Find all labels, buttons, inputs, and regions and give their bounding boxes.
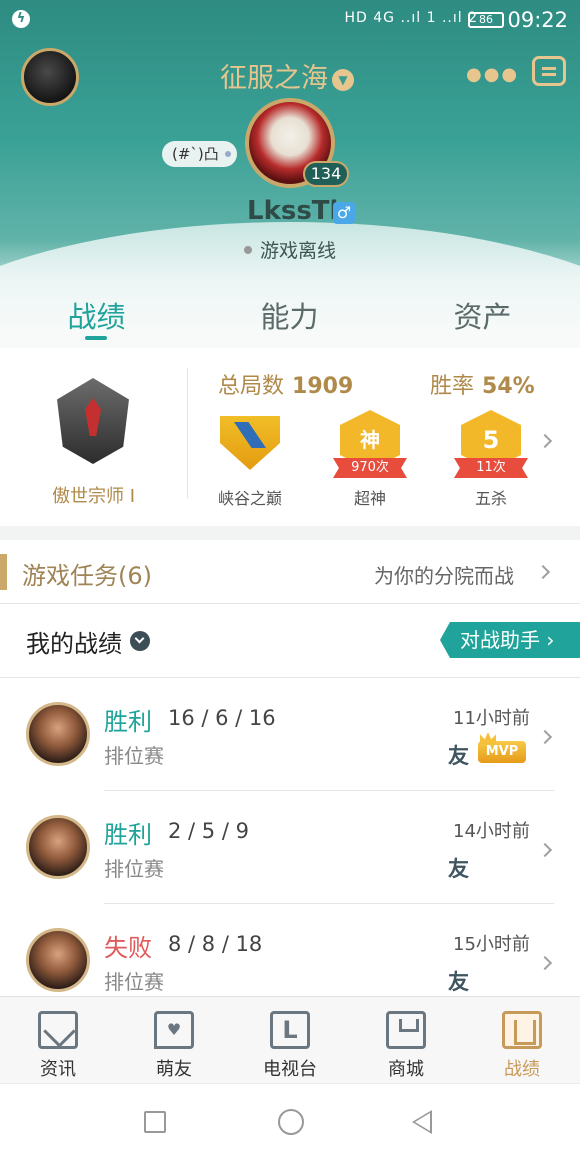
win-rate-label: 胜率 xyxy=(430,374,475,399)
gender-male-icon: ♂ xyxy=(333,202,355,224)
chevron-right-icon xyxy=(537,842,553,858)
section-gap xyxy=(0,526,580,540)
server-title[interactable]: 征服之海 ▼ xyxy=(220,56,354,95)
online-status-text: 游戏离线 xyxy=(260,240,337,262)
win-rate-value: 54% xyxy=(482,374,535,399)
network-indicators: HD 4G ..ıl 1 ..ıl 2 xyxy=(344,10,478,26)
match-mode: 排位赛 xyxy=(104,744,164,768)
chevron-right-icon xyxy=(537,955,553,971)
badge-pentakill[interactable]: 5 11次 五杀 xyxy=(436,406,546,508)
match-result: 胜利 xyxy=(104,708,152,736)
match-row[interactable]: 胜利 16 / 6 / 16 排位赛 11小时前 友 MVP xyxy=(0,678,580,791)
badge-summoners-rift[interactable]: 峡谷之巅 xyxy=(195,406,305,508)
chat-bubble-icon[interactable] xyxy=(532,56,566,86)
my-avatar-button[interactable] xyxy=(21,48,79,106)
status-bar: ϟ HD 4G ..ıl 1 ..ıl 2 86 09:22 xyxy=(0,0,580,40)
tab-assets[interactable]: 资产 xyxy=(386,294,579,336)
badge-label: 峡谷之巅 xyxy=(217,489,282,508)
total-games-label: 总局数 xyxy=(218,374,285,399)
game-tasks-row[interactable]: 游戏任务(6) 为你的分院而战 xyxy=(0,540,580,604)
chevron-right-icon xyxy=(535,564,551,580)
badge-label: 五杀 xyxy=(474,489,507,508)
chevron-down-icon: ▼ xyxy=(332,69,354,91)
tasks-subtitle: 为你的分院而战 xyxy=(374,564,514,588)
system-nav-bar xyxy=(0,1083,580,1160)
level-badge: 134 xyxy=(303,161,349,187)
chevron-down-icon xyxy=(130,631,150,651)
rank-name: 傲世宗师 I xyxy=(51,486,136,507)
status-dot-icon xyxy=(244,246,252,254)
nav-label: 萌友 xyxy=(156,1059,192,1080)
home-icon[interactable] xyxy=(278,1109,304,1135)
match-time: 15小时前 xyxy=(453,934,530,955)
summoners-rift-crest-icon xyxy=(220,416,280,470)
rank-emblem-icon xyxy=(57,378,129,464)
news-icon xyxy=(38,1011,78,1049)
back-icon[interactable] xyxy=(412,1110,432,1134)
nav-news[interactable]: 资讯 xyxy=(0,997,116,1084)
match-result: 胜利 xyxy=(104,821,152,849)
player-tag[interactable]: (#`)凸 xyxy=(162,141,237,167)
match-result: 失败 xyxy=(104,934,152,962)
tv-icon xyxy=(270,1011,310,1049)
badge-legendary[interactable]: 神 970次 超神 xyxy=(315,406,425,508)
username: LkssTl xyxy=(247,196,339,226)
tab-records[interactable]: 战绩 xyxy=(0,294,193,336)
recent-apps-icon[interactable] xyxy=(144,1111,166,1133)
friend-badge: 友 xyxy=(448,970,469,994)
tasks-title: 游戏任务(6) xyxy=(22,562,152,590)
match-mode: 排位赛 xyxy=(104,857,164,881)
nav-label: 资讯 xyxy=(40,1059,76,1080)
nav-friends[interactable]: 萌友 xyxy=(116,997,232,1084)
battery-icon: 86 xyxy=(468,12,504,28)
match-kda: 16 / 6 / 16 xyxy=(168,706,276,730)
match-kda: 2 / 5 / 9 xyxy=(168,819,249,843)
nav-shop[interactable]: 商城 xyxy=(348,997,464,1084)
active-tab-indicator xyxy=(85,336,107,340)
tab-ability[interactable]: 能力 xyxy=(193,294,386,336)
friend-badge: 友 xyxy=(448,744,469,768)
records-icon xyxy=(502,1011,542,1049)
total-games-value: 1909 xyxy=(292,374,354,399)
profile-header: ϟ HD 4G ..ıl 1 ..ıl 2 86 09:22 征服之海 ▼ ●●●… xyxy=(0,0,580,348)
bottom-nav: 资讯 萌友 电视台 商城 战绩 xyxy=(0,996,580,1083)
match-mode: 排位赛 xyxy=(104,970,164,994)
divider xyxy=(187,368,188,498)
my-records-selector[interactable]: 我的战绩 xyxy=(26,624,150,659)
shop-icon xyxy=(386,1011,426,1049)
match-time: 11小时前 xyxy=(453,708,530,729)
champion-avatar xyxy=(26,815,90,879)
nav-label: 战绩 xyxy=(504,1059,540,1080)
nav-label: 商城 xyxy=(388,1059,424,1080)
champion-avatar xyxy=(26,702,90,766)
win-rate: 胜率 54% xyxy=(430,368,535,400)
stats-panel[interactable]: 傲世宗师 I 总局数 1909 胜率 54% 峡谷之巅 神 970次 超神 5 11… xyxy=(0,348,580,526)
friend-badge: 友 xyxy=(448,857,469,881)
nav-label: 电视台 xyxy=(263,1059,317,1080)
more-options-icon[interactable]: ●●● xyxy=(466,64,519,85)
mvp-badge: MVP xyxy=(478,741,526,763)
app-root: ϟ HD 4G ..ıl 1 ..ıl 2 86 09:22 征服之海 ▼ ●●●… xyxy=(0,0,580,1160)
friends-icon xyxy=(154,1011,194,1049)
champion-avatar xyxy=(26,928,90,992)
total-games: 总局数 1909 xyxy=(218,368,353,400)
nav-records[interactable]: 战绩 xyxy=(464,997,580,1084)
nav-tv[interactable]: 电视台 xyxy=(232,997,348,1084)
match-kda: 8 / 8 / 18 xyxy=(168,932,263,956)
status-time: 09:22 xyxy=(507,8,568,32)
divider xyxy=(0,603,580,604)
badge-label: 超神 xyxy=(353,489,386,508)
match-row[interactable]: 胜利 2 / 5 / 9 排位赛 14小时前 友 xyxy=(0,791,580,904)
server-title-text: 征服之海 xyxy=(220,63,328,94)
online-status: 游戏离线 xyxy=(244,236,336,263)
match-time: 14小时前 xyxy=(453,821,530,842)
notification-bolt-icon: ϟ xyxy=(12,10,30,28)
battle-assistant-button[interactable]: 对战助手 › xyxy=(440,622,580,658)
badge-count: 11次 xyxy=(454,458,528,478)
chevron-right-icon xyxy=(537,729,553,745)
section-accent-bar xyxy=(0,554,7,590)
badge-count: 970次 xyxy=(333,458,407,478)
my-records-title: 我的战绩 xyxy=(26,630,122,658)
